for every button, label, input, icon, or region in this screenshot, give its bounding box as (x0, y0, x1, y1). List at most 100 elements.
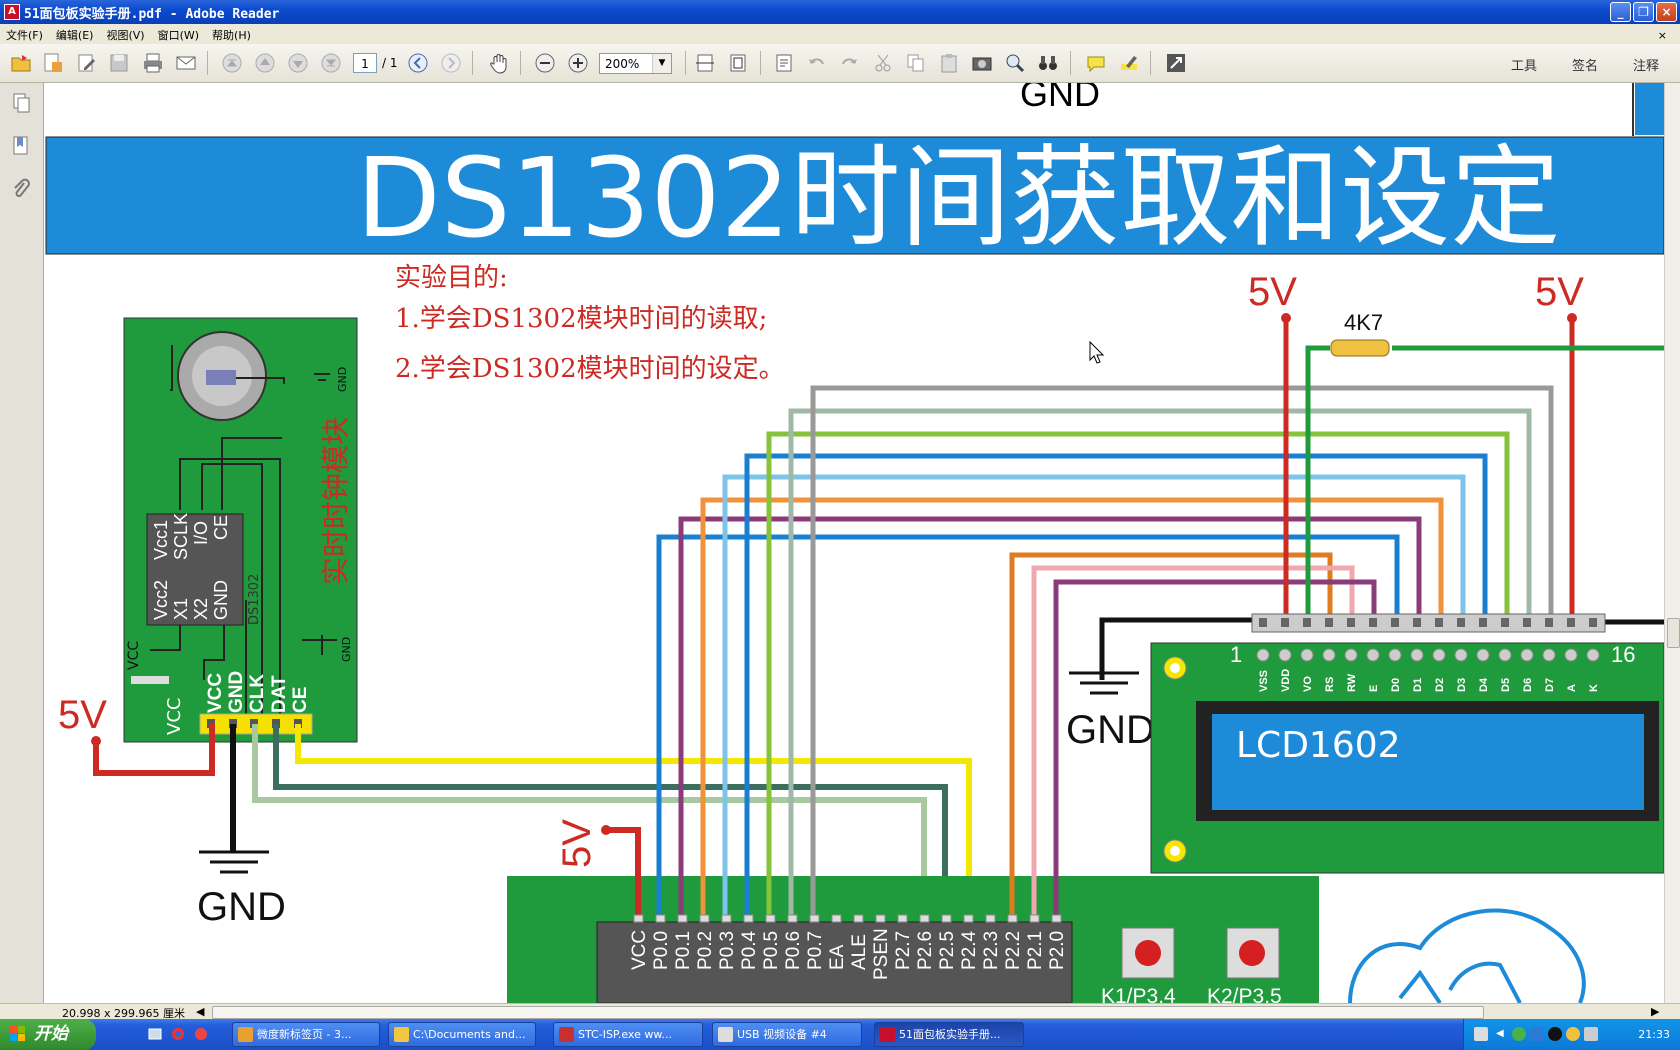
scroll-right-arrow[interactable]: ▶ (1651, 1005, 1659, 1018)
comment-icon[interactable] (1085, 52, 1107, 74)
svg-text:Vcc2: Vcc2 (151, 580, 171, 620)
button-k1-label: K1/P3.4 (1101, 985, 1176, 1003)
browser-icon (238, 1027, 253, 1042)
tray-antivirus-icon[interactable] (1512, 1027, 1526, 1041)
gnd-left-label: GND (197, 885, 286, 929)
tray-messenger-icon[interactable] (1566, 1027, 1580, 1041)
tray-volume-icon[interactable] (1584, 1027, 1598, 1041)
window-title: 51面包板实验手册.pdf - Adobe Reader (24, 7, 280, 22)
hand-tool-icon[interactable] (488, 52, 510, 74)
tools-pane-button[interactable]: 工具 (1511, 55, 1537, 74)
adobe-reader-icon: A (4, 4, 20, 20)
menu-file[interactable]: 文件(F) (0, 24, 50, 43)
svg-text:I/O: I/O (191, 521, 211, 545)
save-icon[interactable] (108, 52, 130, 74)
undo-icon[interactable] (806, 52, 828, 74)
tray-qq-icon[interactable] (1548, 1027, 1562, 1041)
first-page-icon[interactable] (221, 52, 243, 74)
svg-text:VSS: VSS (1258, 670, 1270, 692)
tray-keyboard-icon[interactable] (1474, 1027, 1488, 1041)
task-stc-isp[interactable]: STC-ISP.exe ww... (553, 1022, 703, 1047)
purpose-item-2: 2.学会DS1302模块时间的设定。 (395, 354, 785, 384)
page-number-input[interactable]: 1 (353, 53, 377, 73)
highlight-icon[interactable] (1118, 52, 1140, 74)
svg-text:K: K (1588, 684, 1600, 692)
horizontal-scroll-thumb[interactable] (212, 1006, 1484, 1019)
full-screen-icon[interactable] (1165, 52, 1187, 74)
open-icon[interactable] (10, 52, 32, 74)
snapshot-icon[interactable] (971, 52, 993, 74)
find-binoculars-icon[interactable] (1037, 52, 1059, 74)
svg-text:RS: RS (1324, 677, 1336, 692)
previous-page-icon[interactable] (254, 52, 276, 74)
svg-text:P2.1: P2.1 (1025, 931, 1046, 970)
go-forward-icon[interactable] (440, 52, 462, 74)
svg-text:SCLK: SCLK (171, 513, 191, 560)
copy-icon[interactable] (905, 52, 927, 74)
tray-expand-icon[interactable]: ◀ (1496, 1028, 1504, 1039)
menu-help[interactable]: 帮助(H) (206, 24, 258, 43)
task-usb-camera[interactable]: USB 视频设备 #4 (712, 1022, 862, 1047)
vertical-scrollbar[interactable] (1664, 83, 1680, 1003)
bookmarks-icon[interactable] (10, 135, 32, 157)
attachments-icon[interactable] (10, 178, 32, 200)
zoom-out-icon[interactable] (534, 52, 556, 74)
go-back-icon[interactable] (407, 52, 429, 74)
email-icon[interactable] (175, 52, 197, 74)
svg-text:P0.4: P0.4 (739, 930, 760, 970)
fit-page-icon[interactable] (727, 52, 749, 74)
resistor-4k7 (1330, 339, 1390, 357)
svg-text:A: A (1566, 684, 1578, 692)
task-explorer[interactable]: C:\Documents and... (388, 1022, 536, 1047)
chrome-icon[interactable] (171, 1027, 185, 1041)
select-text-icon[interactable] (774, 52, 796, 74)
task-adobe-reader[interactable]: 51面包板实验手册... (874, 1022, 1024, 1047)
redo-icon[interactable] (838, 52, 860, 74)
print-icon[interactable] (142, 52, 164, 74)
menu-window[interactable]: 窗口(W) (152, 24, 206, 43)
cut-icon[interactable] (872, 52, 894, 74)
page-thumbnails-icon[interactable] (10, 92, 32, 114)
menu-bar: 文件(F) 编辑(E) 视图(V) 窗口(W) 帮助(H) × (0, 24, 1680, 44)
sign-pane-button[interactable]: 签名 (1572, 55, 1598, 74)
weibo-icon[interactable] (194, 1027, 208, 1041)
start-button[interactable]: 开始 (0, 1019, 96, 1050)
svg-text:ALE: ALE (849, 934, 870, 970)
task-browser[interactable]: 微度新标签页 - 3... (232, 1022, 380, 1047)
show-desktop-icon[interactable] (148, 1027, 162, 1041)
svg-text:X2: X2 (191, 598, 211, 620)
v5-left-label: 5V (58, 693, 107, 737)
horizontal-scrollbar[interactable]: 20.998 x 299.965 厘米 ◀ ▶ (0, 1003, 1680, 1020)
next-page-icon[interactable] (287, 52, 309, 74)
close-button[interactable]: × (1656, 2, 1677, 22)
vertical-scroll-thumb[interactable] (1667, 618, 1680, 648)
search-icon[interactable] (1004, 52, 1026, 74)
create-pdf-icon[interactable] (42, 52, 64, 74)
svg-text:D6: D6 (1522, 678, 1534, 692)
document-view[interactable]: GND DS1302时间获取和设定 实验目的: 1.学会DS1302模块时间的读… (44, 83, 1664, 1003)
zoom-in-icon[interactable] (567, 52, 589, 74)
document-close-button[interactable]: × (1652, 26, 1674, 42)
restore-button[interactable]: ❐ (1633, 2, 1654, 22)
svg-text:P0.3: P0.3 (717, 931, 738, 970)
svg-text:P0.6: P0.6 (783, 931, 804, 970)
chevron-down-icon[interactable]: ▼ (652, 54, 671, 73)
lcd-pin-first-label: 1 (1230, 642, 1242, 667)
menu-edit[interactable]: 编辑(E) (50, 24, 101, 43)
svg-text:P2.3: P2.3 (981, 931, 1002, 970)
paste-icon[interactable] (938, 52, 960, 74)
button-k2-label: K2/P3.5 (1207, 985, 1282, 1003)
scroll-left-arrow[interactable]: ◀ (196, 1005, 204, 1018)
v5-mcu-label: 5V (555, 819, 599, 868)
menu-view[interactable]: 视图(V) (100, 24, 151, 43)
tray-network-icon[interactable] (1530, 1027, 1544, 1041)
pdf-icon (880, 1027, 895, 1042)
comment-pane-button[interactable]: 注释 (1633, 55, 1659, 74)
system-tray: ◀ 21:33 (1463, 1019, 1680, 1050)
fit-width-icon[interactable] (694, 52, 716, 74)
module-gnd-small: GND (340, 637, 353, 662)
minimize-button[interactable]: _ (1610, 2, 1631, 22)
edit-icon[interactable] (76, 52, 98, 74)
last-page-icon[interactable] (320, 52, 342, 74)
zoom-select[interactable]: 200% ▼ (599, 53, 672, 74)
